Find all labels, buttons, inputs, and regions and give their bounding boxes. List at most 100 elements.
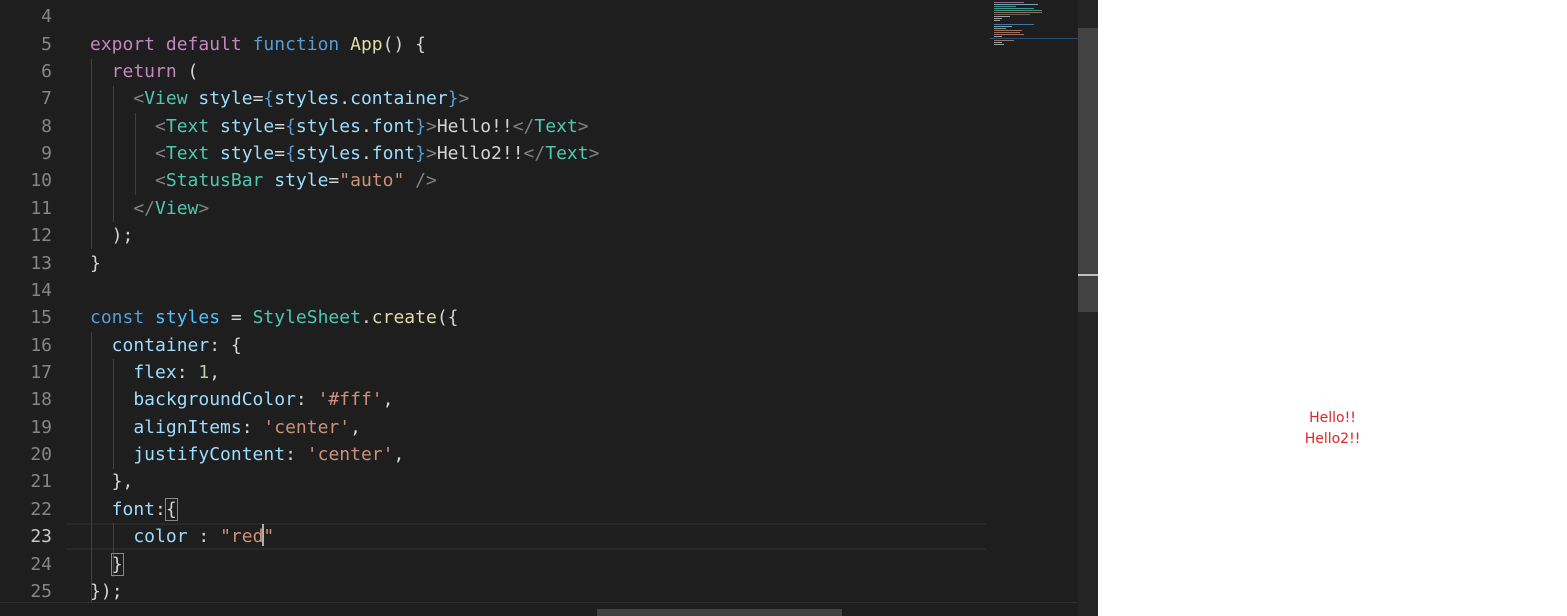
line-code: container: { xyxy=(90,332,242,359)
minimap[interactable] xyxy=(990,0,1078,50)
code-line[interactable]: 8 <Text style={styles.font}>Hello!!</Tex… xyxy=(0,113,986,140)
code-token: : xyxy=(241,417,264,438)
app-preview: Hello!! Hello2!! xyxy=(1098,0,1567,616)
line-number: 23 xyxy=(30,526,52,547)
code-token: styles xyxy=(295,143,361,164)
code-line[interactable]: 7 <View style={styles.container}> xyxy=(0,85,986,112)
code-token: Text xyxy=(545,143,589,164)
code-token: () xyxy=(382,34,416,55)
code-token: } xyxy=(90,471,123,492)
vertical-scrollbar-thumb[interactable] xyxy=(1078,28,1098,312)
code-token: ) xyxy=(90,225,123,246)
code-line[interactable]: 19 alignItems: 'center', xyxy=(0,414,986,441)
minimap-line xyxy=(994,30,1022,31)
code-token: < xyxy=(90,88,145,109)
code-line[interactable]: 22 font:{ xyxy=(0,496,986,523)
code-line[interactable]: 10 <StatusBar style="auto" /> xyxy=(0,167,986,194)
code-token: '#fff' xyxy=(317,389,383,410)
line-code: } xyxy=(90,551,124,578)
minimap-line xyxy=(994,10,1042,11)
code-line[interactable]: 18 backgroundColor: '#fff', xyxy=(0,386,986,413)
code-line[interactable]: 6 return ( xyxy=(0,58,986,85)
code-token: ; xyxy=(111,581,123,602)
code-token: } xyxy=(110,553,124,576)
minimap-line xyxy=(994,14,1030,15)
code-line[interactable]: 25}); xyxy=(0,578,986,605)
code-token: Text xyxy=(165,116,221,137)
minimap-line xyxy=(994,20,1000,21)
line-code: color : "red" xyxy=(90,523,274,550)
code-token: = xyxy=(274,143,286,164)
code-token: = xyxy=(274,116,286,137)
line-number: 25 xyxy=(30,581,52,602)
code-token: 'center' xyxy=(306,444,394,465)
line-code: alignItems: 'center', xyxy=(90,414,361,441)
code-token: > xyxy=(588,143,600,164)
code-token: </ xyxy=(523,143,546,164)
code-token: App xyxy=(350,34,383,55)
code-token: View xyxy=(155,198,199,219)
code-token: = xyxy=(230,307,253,328)
code-token: < xyxy=(90,170,166,191)
vertical-scrollbar[interactable] xyxy=(1078,0,1098,616)
line-number: 16 xyxy=(30,335,52,356)
code-token: ; xyxy=(122,225,134,246)
line-code: flex: 1, xyxy=(90,359,220,386)
code-area[interactable]: 4 5 export default function App() {6 retur… xyxy=(0,0,1078,616)
code-token: const xyxy=(90,307,156,328)
line-code: return ( xyxy=(90,58,199,85)
code-line[interactable]: 11 </View> xyxy=(0,195,986,222)
minimap-viewport[interactable] xyxy=(990,38,1078,39)
minimap-line xyxy=(994,34,1024,35)
minimap-line xyxy=(994,40,1014,41)
code-token: StyleSheet xyxy=(252,307,361,328)
code-token: { xyxy=(285,116,296,137)
code-line[interactable]: 5 export default function App() { xyxy=(0,31,986,58)
code-token: > xyxy=(426,116,437,137)
code-token: font xyxy=(371,116,416,137)
minimap-line xyxy=(994,18,1002,19)
code-line[interactable]: 16 container: { xyxy=(0,332,986,359)
code-line[interactable]: 17 flex: 1, xyxy=(0,359,986,386)
code-line[interactable]: 4 xyxy=(0,3,986,30)
horizontal-scrollbar-thumb[interactable] xyxy=(597,609,842,616)
code-token: : xyxy=(295,389,318,410)
code-token: flex xyxy=(90,362,177,383)
minimap-line xyxy=(994,24,1034,25)
minimap-line xyxy=(994,8,1034,9)
code-token: styles xyxy=(274,88,340,109)
code-line[interactable]: 15 const styles = StyleSheet.create({ xyxy=(0,304,986,331)
line-number: 11 xyxy=(30,198,52,219)
code-token: create xyxy=(371,307,437,328)
code-line[interactable]: 14 xyxy=(0,277,986,304)
minimap-line xyxy=(994,28,1006,29)
code-line[interactable]: 9 <Text style={styles.font}>Hello2!!</Te… xyxy=(0,140,986,167)
code-token: "red xyxy=(220,526,264,547)
code-token: : xyxy=(285,444,307,465)
line-code: }, xyxy=(90,468,134,495)
code-token: styles xyxy=(295,116,361,137)
code-line[interactable]: 23 color : "red" xyxy=(0,523,986,550)
code-line[interactable]: 20 justifyContent: 'center', xyxy=(0,441,986,468)
code-token: style xyxy=(274,170,329,191)
code-token: style xyxy=(220,143,275,164)
code-token: { xyxy=(164,498,178,521)
code-token: return xyxy=(90,61,188,82)
code-line[interactable]: 12 ); xyxy=(0,222,986,249)
code-token: > xyxy=(458,88,470,109)
line-number: 6 xyxy=(41,61,52,82)
code-token: /> xyxy=(404,170,437,191)
code-token: font xyxy=(371,143,416,164)
preview-text-hello: Hello!! xyxy=(1309,410,1356,426)
code-line[interactable]: 13} xyxy=(0,250,986,277)
code-token: { xyxy=(263,88,275,109)
code-token: export xyxy=(90,34,166,55)
horizontal-scrollbar[interactable] xyxy=(0,602,1078,616)
code-line[interactable]: 24 } xyxy=(0,551,986,578)
code-line[interactable]: 21 }, xyxy=(0,468,986,495)
minimap-line xyxy=(994,6,1016,7)
code-token: ( xyxy=(187,61,199,82)
minimap-line xyxy=(994,32,1020,33)
code-token: </ xyxy=(90,198,156,219)
code-editor[interactable]: 4 5 export default function App() {6 retur… xyxy=(0,0,1098,616)
